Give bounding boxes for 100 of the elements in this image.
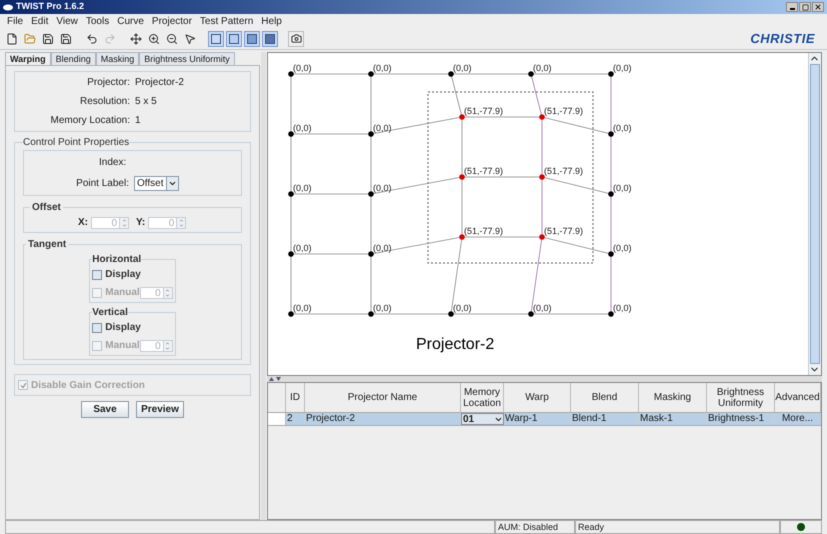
status-text: Ready [575, 520, 780, 534]
checkbox-label: Display [105, 268, 141, 282]
point-label: (0,0) [613, 123, 632, 133]
point-label: (0,0) [373, 183, 392, 193]
close-icon [814, 3, 822, 11]
control-point[interactable] [288, 251, 294, 257]
aum-status: AUM: Disabled [495, 520, 575, 534]
point-label: (0,0) [453, 63, 472, 73]
point-label: (51,-77.9) [464, 166, 504, 176]
app-icon [3, 4, 13, 10]
control-point[interactable] [368, 311, 374, 317]
collapse-arrows-icon [269, 377, 281, 381]
view-mode-button[interactable] [244, 30, 260, 46]
point-label: (0,0) [533, 303, 552, 313]
control-point[interactable] [368, 71, 374, 77]
group-title: Tangent [27, 238, 68, 252]
view-mode-button[interactable] [262, 30, 278, 46]
view-mode-button[interactable] [226, 30, 242, 46]
point-label: (0,0) [373, 63, 392, 73]
group-title: Control Point Properties [23, 136, 130, 150]
checkbox-label: Manual [105, 286, 140, 300]
table-cell: Mask-1 [639, 413, 707, 425]
point-label: (51,-77.9) [544, 226, 584, 236]
control-point[interactable] [608, 311, 614, 317]
checkbox[interactable] [92, 322, 102, 332]
control-point[interactable] [528, 311, 534, 317]
tab[interactable]: Warping [5, 52, 51, 65]
point-label: (51,-77.9) [544, 166, 584, 176]
tab[interactable]: Blending [50, 52, 96, 65]
info-value: 5 x 5 [135, 95, 157, 109]
menu-item[interactable]: Curve [117, 14, 144, 28]
move-button[interactable] [128, 30, 144, 46]
point-label: (0,0) [453, 303, 472, 313]
point-label: (0,0) [613, 183, 632, 193]
redo-icon [104, 32, 116, 44]
action-button[interactable]: Save [81, 401, 129, 418]
point-label-dropdown[interactable]: Offset [134, 176, 179, 191]
control-point[interactable] [448, 71, 454, 77]
checkbox-label: Display [105, 321, 141, 335]
y-label: Y: [136, 216, 146, 230]
control-point[interactable] [288, 131, 294, 137]
new-file-icon [6, 32, 18, 44]
snapshot-button[interactable] [288, 30, 304, 46]
point-label: (0,0) [613, 303, 632, 313]
control-point[interactable] [288, 311, 294, 317]
control-point[interactable] [528, 71, 534, 77]
menu-item[interactable]: View [56, 14, 78, 28]
menu-item[interactable]: Tools [86, 14, 110, 28]
group-title: Horizontal [92, 253, 142, 267]
control-point[interactable] [448, 311, 454, 317]
control-point[interactable] [608, 131, 614, 137]
checkmark-icon [20, 382, 26, 388]
table-row[interactable]: 2 Projector-2 01 Warp-1 Blend-1 Mask-1 Brightness-1 More... [268, 413, 821, 426]
action-button[interactable]: Preview [136, 401, 184, 418]
column-header[interactable]: Masking [639, 383, 707, 412]
memory-dropdown[interactable]: 01 [461, 413, 504, 425]
column-header[interactable]: Memory Location [461, 383, 504, 412]
column-header[interactable]: Warp [504, 383, 571, 412]
column-header[interactable]: Advanced [775, 383, 821, 412]
point-label: (0,0) [373, 303, 392, 313]
close-button[interactable] [812, 2, 824, 12]
column-header[interactable]: Projector Name [305, 383, 461, 412]
tab[interactable]: Masking [96, 52, 140, 65]
control-point[interactable] [368, 251, 374, 257]
menu-item[interactable]: File [7, 14, 24, 28]
projector-caption: Projector-2 [416, 336, 494, 353]
control-point[interactable] [368, 131, 374, 137]
table-cell: Warp-1 [504, 413, 571, 425]
tab[interactable]: Brightness Uniformity [139, 52, 235, 65]
zoom-in-icon [148, 32, 160, 44]
control-point[interactable] [288, 71, 294, 77]
column-header[interactable]: Brightness Uniformity [707, 383, 775, 412]
open-folder-icon [24, 32, 36, 44]
control-point[interactable] [608, 251, 614, 257]
control-point[interactable] [608, 71, 614, 77]
minimize-button[interactable] [786, 2, 798, 12]
point-label: (0,0) [373, 123, 392, 133]
control-point[interactable] [368, 191, 374, 197]
info-label: Projector: [86, 76, 130, 90]
point-label: (0,0) [293, 243, 312, 253]
menu-item[interactable]: Test Pattern [200, 14, 254, 28]
point-label: (0,0) [613, 243, 632, 253]
menu-item[interactable]: Edit [31, 14, 48, 28]
column-header[interactable]: Blend [571, 383, 639, 412]
info-label: Resolution: [78, 95, 130, 109]
more-link[interactable]: More... [775, 413, 821, 425]
info-label: Memory Location: [50, 114, 130, 128]
menu-item[interactable]: Projector [152, 14, 192, 28]
menu-item[interactable]: Help [261, 14, 282, 28]
point-label: (0,0) [533, 63, 552, 73]
maximize-button[interactable] [799, 2, 811, 12]
scroll-thumb[interactable] [810, 64, 820, 364]
control-point[interactable] [288, 191, 294, 197]
column-header[interactable]: ID [286, 383, 305, 412]
control-point[interactable] [608, 191, 614, 197]
point-label-label: Point Label: [75, 177, 129, 191]
checkbox[interactable] [92, 270, 102, 280]
table-cell: Blend-1 [571, 413, 639, 425]
view-mode-button[interactable] [208, 30, 224, 46]
info-value: Projector-2 [135, 76, 184, 90]
